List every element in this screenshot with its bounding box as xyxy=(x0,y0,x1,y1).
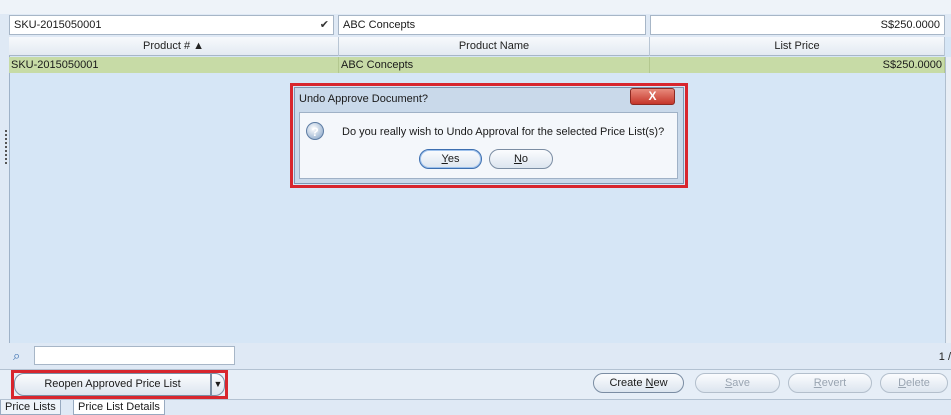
list-price-field-value: S$250.0000 xyxy=(880,19,940,31)
column-header-list-price[interactable]: List Price xyxy=(650,37,945,56)
column-header-product-number[interactable]: Product # ▲ xyxy=(9,37,339,56)
column-header-product-name[interactable]: Product Name xyxy=(339,37,650,56)
delete-mnemonic: D xyxy=(898,377,907,389)
create-new-label: Create xyxy=(609,377,646,389)
row-list-price: S$250.0000 xyxy=(650,57,945,73)
sku-select-value: SKU-2015050001 xyxy=(14,19,102,31)
product-name-field-value: ABC Concepts xyxy=(343,19,416,31)
row-product-name: ABC Concepts xyxy=(339,57,650,73)
product-name-field[interactable]: ABC Concepts xyxy=(338,15,646,35)
no-button-label: o xyxy=(521,153,529,165)
row-product-number: SKU-2015050001 xyxy=(9,57,339,73)
yes-button[interactable]: Yes xyxy=(419,149,482,169)
create-new-label-rest: ew xyxy=(653,377,668,389)
dialog-message: Do you really wish to Undo Approval for … xyxy=(342,126,665,138)
close-icon[interactable]: X xyxy=(630,88,675,105)
table-row[interactable]: SKU-2015050001 ABC Concepts S$250.0000 xyxy=(9,57,945,73)
top-bar xyxy=(0,0,951,14)
yes-button-label: es xyxy=(447,153,460,165)
splitter-handle[interactable] xyxy=(5,130,7,164)
search-input[interactable] xyxy=(34,346,235,365)
no-button-mnemonic: N xyxy=(513,153,522,165)
grid-header: Product # ▲ Product Name List Price xyxy=(9,37,945,56)
create-new-button[interactable]: Create New xyxy=(593,373,684,393)
page-indicator: 1 / xyxy=(938,351,951,363)
revert-mnemonic: R xyxy=(813,377,822,389)
reopen-approved-price-list-button[interactable]: Reopen Approved Price List xyxy=(14,373,211,396)
save-button[interactable]: Save xyxy=(695,373,780,393)
tab-price-lists[interactable]: Price Lists xyxy=(0,400,61,415)
question-icon: ? xyxy=(306,122,324,140)
save-label: ave xyxy=(732,377,751,389)
list-price-field[interactable]: S$250.0000 xyxy=(650,15,945,35)
chevron-down-icon[interactable]: ✔︎ xyxy=(320,16,329,34)
delete-button[interactable]: Delete xyxy=(880,373,948,393)
search-icon[interactable]: ⌕ xyxy=(13,349,27,363)
no-button[interactable]: No xyxy=(489,149,553,169)
sku-select[interactable]: SKU-2015050001 ✔︎ xyxy=(9,15,334,35)
revert-label: evert xyxy=(821,377,847,389)
tab-price-list-details[interactable]: Price List Details xyxy=(73,400,165,415)
dialog-title: Undo Approve Document? xyxy=(299,93,429,105)
grid-scrollbar[interactable] xyxy=(945,57,951,343)
dialog-body xyxy=(299,112,678,179)
revert-button[interactable]: Revert xyxy=(788,373,872,393)
delete-label: elete xyxy=(906,377,930,389)
